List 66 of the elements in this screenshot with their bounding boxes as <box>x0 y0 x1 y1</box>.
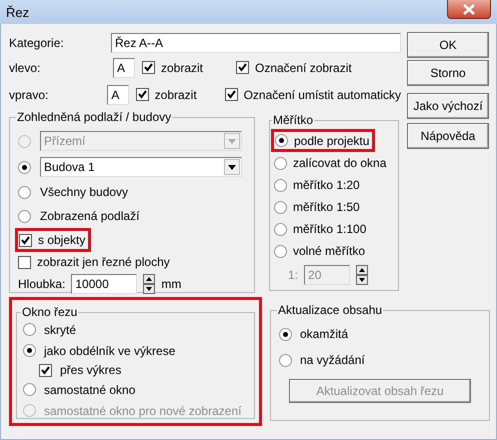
letter-field[interactable]: A <box>107 84 129 104</box>
spinner-icon[interactable] <box>356 265 368 285</box>
group-title: Zohledněná podlaží / budovy <box>16 110 172 124</box>
field-label: Kategorie: <box>9 35 65 52</box>
radio-button[interactable] <box>275 134 288 147</box>
checkbox[interactable] <box>142 61 155 74</box>
label-text: zalícovat do okna <box>293 155 386 172</box>
radio-button[interactable] <box>279 354 292 366</box>
field-label: vlevo: <box>9 60 42 76</box>
close-button[interactable] <box>447 0 491 19</box>
dialog-button[interactable]: OK <box>407 32 489 58</box>
label-text: s objekty <box>38 232 86 249</box>
radio-button[interactable] <box>23 344 36 357</box>
label-text: zobrazit <box>161 60 204 76</box>
label-text: volné měřítko <box>293 243 366 260</box>
dialog-button[interactable]: Jako výchozí <box>407 93 489 119</box>
group-title: Okno řezu <box>21 305 78 319</box>
label-text: Hloubka: <box>18 276 66 293</box>
radio-button[interactable] <box>274 178 287 192</box>
label-text: měřítko 1:20 <box>293 177 360 194</box>
label-text: zobrazit <box>154 86 197 104</box>
radio-button[interactable] <box>18 160 31 174</box>
radio-button[interactable] <box>274 156 287 170</box>
radio-button[interactable] <box>23 323 36 336</box>
checkbox[interactable] <box>19 234 32 246</box>
label-text: Označení zobrazit <box>255 60 352 76</box>
label-text: jako obdélník ve výkrese <box>44 342 176 360</box>
label-text: mm <box>161 276 182 293</box>
radio-button[interactable] <box>279 328 292 340</box>
label-text: 1: <box>288 267 298 284</box>
label-text: Zobrazená podlaží <box>40 208 140 225</box>
dialog-button[interactable]: Storno <box>407 60 489 86</box>
label-text: na vyžádání <box>300 352 365 369</box>
dialog-button[interactable]: Nápověda <box>407 123 489 149</box>
label-text: měřítko 1:100 <box>293 221 366 238</box>
checkbox[interactable] <box>18 256 31 268</box>
radio-button[interactable] <box>23 383 36 396</box>
checkbox[interactable] <box>236 61 249 74</box>
label-text: podle projektu <box>294 132 370 150</box>
group-title: Aktualizace obsahu <box>277 303 384 317</box>
letter-field[interactable]: A <box>113 58 135 78</box>
label-text: skryté <box>44 322 76 338</box>
checkbox[interactable] <box>224 88 238 101</box>
dropdown[interactable]: Budova 1 <box>40 157 242 177</box>
radio-button[interactable] <box>274 200 287 214</box>
field-label: vpravo: <box>9 86 50 104</box>
label-text: přes výkres <box>60 362 122 379</box>
checkbox[interactable] <box>136 88 149 101</box>
radio-button[interactable] <box>274 222 287 236</box>
label-text: samostatné okno <box>44 382 136 398</box>
radio-button[interactable] <box>18 210 31 222</box>
label-text: měřítko 1:50 <box>293 199 360 216</box>
label-text: Všechny budovy <box>40 184 128 201</box>
radio-button[interactable] <box>18 186 31 198</box>
close-icon <box>462 4 476 14</box>
label-text: zobrazit jen řezné plochy <box>37 254 170 271</box>
window-title: Řez <box>5 4 30 22</box>
category-field[interactable]: Řez A--A <box>111 33 401 53</box>
group-title: Měřítko <box>272 113 314 127</box>
label-text: okamžitá <box>300 326 348 343</box>
radio-button[interactable] <box>274 244 287 258</box>
checkbox[interactable] <box>39 364 52 376</box>
label-text: samostatné okno pro nové zobrazení <box>44 402 242 420</box>
label-text: Označení umístit automaticky <box>244 86 401 104</box>
spinner-icon[interactable] <box>143 274 156 294</box>
input-field[interactable]: 10000 <box>71 274 138 294</box>
